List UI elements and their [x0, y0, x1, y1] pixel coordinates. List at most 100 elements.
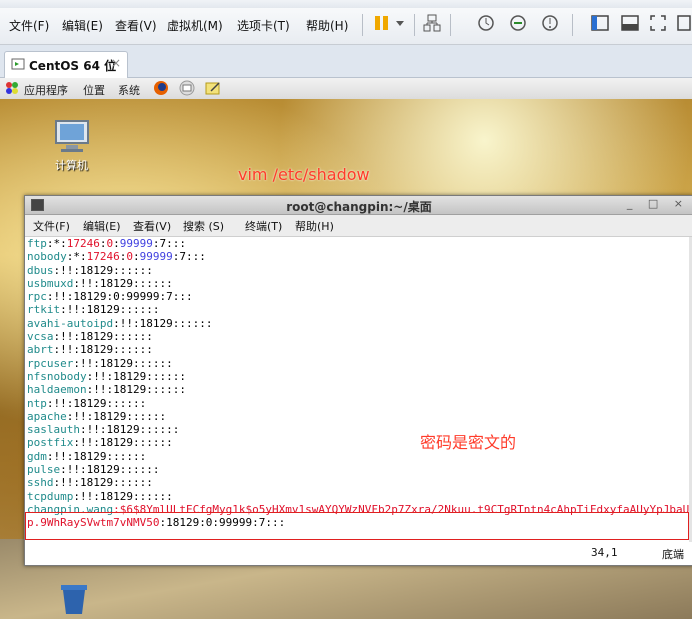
firefox-icon[interactable] [153, 80, 169, 96]
scroll-position: 底端 [662, 548, 684, 561]
close-icon[interactable]: × [111, 56, 121, 70]
shadow-username: gdm [27, 449, 47, 463]
shadow-fields: :!!:18129:::::: [79, 423, 180, 437]
shadow-username: apache [27, 409, 67, 423]
shadow-fields: :!!:18129:::::: [53, 343, 153, 357]
shadow-fields: :!!:18129:::::: [73, 489, 173, 503]
shadow-fields: :!!:18129:::::: [60, 303, 160, 317]
panel-places[interactable]: 位置 [83, 82, 105, 98]
shadow-username: tcpdump [27, 489, 74, 503]
shadow-username: rpcuser [27, 356, 74, 370]
shadow-username: rpc [27, 290, 47, 304]
shadow-line: nfsnobody:!!:18129:::::: [25, 370, 689, 383]
menu-edit[interactable]: 编辑(E) [62, 17, 103, 34]
menu-view[interactable]: 查看(V) [115, 17, 157, 34]
shadow-line: nobody:*:17246:0:99999:7::: [25, 250, 689, 263]
shadow-fields: :*:17246:0:99999:7::: [46, 237, 186, 250]
shadow-line: saslauth:!!:18129:::::: [25, 423, 689, 436]
shadow-line: vcsa:!!:18129:::::: [25, 330, 689, 343]
snapshot-icon[interactable] [476, 13, 496, 33]
shadow-username: pulse [27, 463, 61, 477]
chevron-down-icon[interactable] [394, 13, 406, 33]
toolbar-separator [362, 14, 363, 36]
terminal-text-area[interactable]: ftp:*:17246:0:99999:7::: nobody:*:17246:0… [25, 237, 689, 542]
shadow-fields: :!!:18129:::::: [53, 330, 153, 344]
trash-icon[interactable] [58, 581, 90, 615]
notes-icon[interactable] [205, 80, 221, 96]
snapshot-manager-icon[interactable] [540, 13, 560, 33]
terminal-window: root@changpin:~/桌面 _ □ × 文件(F) 编辑(E) 查看(… [24, 195, 692, 566]
shadow-fields: :!!:18129:0:99999:7::: [46, 290, 193, 304]
panel-applications[interactable]: 应用程序 [24, 82, 68, 98]
menu-file[interactable]: 文件(F) [9, 17, 49, 34]
term-menu-search[interactable]: 搜索 (S) [183, 218, 224, 234]
revert-snapshot-icon[interactable] [508, 13, 528, 33]
vmware-menubar: 文件(F) 编辑(E) 查看(V) 虚拟机(M) 选项卡(T) 帮助(H) [0, 0, 692, 45]
menu-vm[interactable]: 虚拟机(M) [167, 17, 223, 34]
shadow-username: sshd [27, 476, 54, 490]
unity-icon[interactable] [676, 13, 692, 33]
term-menu-edit[interactable]: 编辑(E) [83, 218, 121, 234]
annotation-highlight-box [25, 512, 689, 540]
shadow-username: rtkit [27, 303, 61, 317]
shadow-username: nobody [27, 250, 67, 264]
shadow-line: ftp:*:17246:0:99999:7::: [25, 237, 689, 250]
shadow-username: abrt [27, 343, 54, 357]
computer-label: 计算机 [55, 159, 88, 172]
shadow-username: ntp [27, 396, 47, 410]
applications-icon [6, 82, 18, 94]
pause-icon[interactable] [372, 13, 392, 33]
shadow-line: usbmuxd:!!:18129:::::: [25, 277, 689, 290]
shadow-fields: :!!:18129:::::: [60, 463, 160, 477]
shadow-fields: :!!:18129:::::: [46, 396, 147, 410]
shadow-fields: :!!:18129:::::: [73, 356, 173, 370]
terminal-titlebar[interactable]: root@changpin:~/桌面 _ □ × [25, 196, 692, 215]
toolbar-separator [572, 14, 573, 36]
toolbar-separator [450, 14, 451, 36]
shadow-line: gdm:!!:18129:::::: [25, 450, 689, 463]
term-menu-file[interactable]: 文件(F) [33, 218, 70, 234]
annotation-vim-command: vim /etc/shadow [238, 165, 370, 184]
window-controls[interactable]: _ □ × [627, 197, 689, 210]
network-icon[interactable] [422, 13, 442, 33]
menu-help[interactable]: 帮助(H) [306, 17, 348, 34]
terminal-title: root@changpin:~/桌面 [286, 200, 432, 214]
shadow-fields: :!!:18129:::::: [73, 276, 173, 290]
shadow-line: rpc:!!:18129:0:99999:7::: [25, 290, 689, 303]
term-menu-view[interactable]: 查看(V) [133, 218, 171, 234]
vim-status-line: 34,1 底端 [25, 542, 692, 564]
menu-tabs[interactable]: 选项卡(T) [237, 17, 290, 34]
sidebar-view-icon[interactable] [590, 13, 610, 33]
shadow-fields: :!!:18129:::::: [86, 369, 186, 383]
shadow-username: usbmuxd [27, 276, 74, 290]
tab-centos[interactable]: CentOS 64 位 × [4, 51, 128, 78]
cursor-position: 34,1 [591, 546, 618, 559]
term-menu-help[interactable]: 帮助(H) [295, 218, 334, 234]
panel-system[interactable]: 系统 [118, 82, 140, 98]
shadow-line: postfix:!!:18129:::::: [25, 436, 689, 449]
shadow-username: nfsnobody [27, 369, 87, 383]
shadow-username: postfix [27, 436, 74, 450]
shadow-line: avahi-autoipd:!!:18129:::::: [25, 317, 689, 330]
shadow-fields: :!!:18129:::::: [53, 263, 153, 277]
shadow-fields: :!!:18129:::::: [113, 316, 213, 330]
shadow-line: apache:!!:18129:::::: [25, 410, 689, 423]
shadow-fields: :*:17246:0:99999:7::: [66, 250, 206, 264]
mail-icon[interactable] [179, 80, 195, 96]
guest-top-panel: 应用程序 位置 系统 [0, 78, 692, 100]
terminal-menubar: 文件(F) 编辑(E) 查看(V) 搜索 (S) 终端(T) 帮助(H) [25, 215, 692, 237]
shadow-line: abrt:!!:18129:::::: [25, 343, 689, 356]
shadow-fields: :!!:18129:::::: [86, 383, 186, 397]
shadow-line: ntp:!!:18129:::::: [25, 397, 689, 410]
shadow-username: haldaemon [27, 383, 87, 397]
vm-tab-icon [11, 58, 25, 70]
term-menu-terminal[interactable]: 终端(T) [245, 218, 282, 234]
shadow-line: sshd:!!:18129:::::: [25, 476, 689, 489]
fullscreen-icon[interactable] [648, 13, 668, 33]
computer-icon[interactable] [52, 119, 92, 153]
tab-label: CentOS 64 位 [29, 59, 117, 73]
shadow-username: saslauth [27, 423, 80, 437]
shadow-fields: :!!:18129:::::: [66, 409, 167, 423]
annotation-password-encrypted: 密码是密文的 [420, 433, 517, 452]
console-view-icon[interactable] [620, 13, 640, 33]
